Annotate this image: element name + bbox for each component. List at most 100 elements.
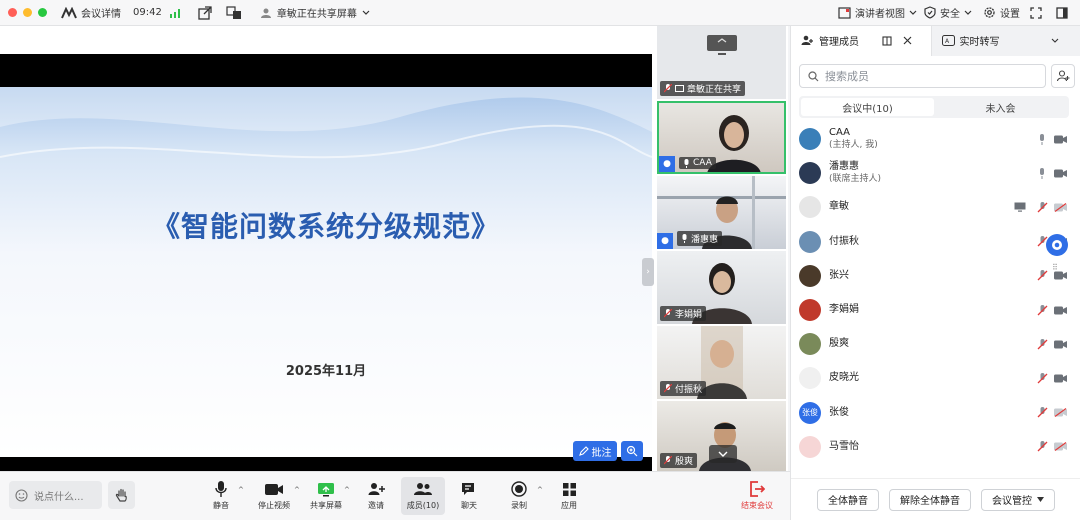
add-member-button[interactable] xyxy=(1051,64,1075,88)
translate-icon[interactable] xyxy=(226,5,242,20)
member-mic-toggle[interactable] xyxy=(1033,441,1051,452)
mute-button[interactable]: 静音 xyxy=(199,478,243,511)
tab-members[interactable]: 管理成员 xyxy=(791,25,931,56)
cohost-icon: ● xyxy=(657,233,673,249)
meeting-details-button[interactable]: 会议详情 xyxy=(61,5,121,20)
member-mic-toggle[interactable] xyxy=(1033,167,1051,179)
scroll-down-button[interactable] xyxy=(709,445,737,463)
zoom-button[interactable] xyxy=(621,441,643,461)
speaker-view-button[interactable]: 演讲者视图 xyxy=(838,5,917,20)
member-row[interactable]: 李娟娟 xyxy=(799,295,1069,325)
video-tile-li[interactable]: 李娟娟 xyxy=(657,251,786,324)
drag-handle-icon[interactable]: ⠿ xyxy=(1052,263,1059,272)
member-camera-toggle[interactable] xyxy=(1051,442,1069,452)
settings-button[interactable]: 设置 xyxy=(983,5,1020,20)
chat-input[interactable]: 说点什么... xyxy=(9,481,102,509)
invite-button[interactable]: 邀请 xyxy=(354,478,398,511)
member-row[interactable]: CAA (主持人, 我) xyxy=(799,124,1069,154)
screen-share-icon xyxy=(675,85,684,92)
share-screen-button[interactable]: 共享屏幕 xyxy=(304,478,348,511)
slide-wave-decoration xyxy=(0,87,652,159)
member-mic-toggle[interactable] xyxy=(1033,372,1051,384)
member-mic-toggle[interactable] xyxy=(1033,338,1051,350)
member-search-input[interactable]: 搜索成员 xyxy=(799,64,1046,88)
popout-icon[interactable] xyxy=(882,35,892,46)
mic-muted-icon xyxy=(1037,372,1047,384)
close-icon[interactable] xyxy=(903,36,912,45)
avatar xyxy=(799,264,821,287)
member-name-block: 马雪怡 xyxy=(829,441,1033,453)
video-tile-pan[interactable]: ● 潘惠惠 xyxy=(657,176,786,249)
member-name: 殷爽 xyxy=(829,338,849,350)
close-window-button[interactable] xyxy=(8,8,17,17)
sidebar-toggle-icon[interactable] xyxy=(1056,7,1068,19)
member-camera-toggle[interactable] xyxy=(1051,202,1069,212)
member-mic-toggle[interactable] xyxy=(1033,270,1051,281)
member-mic-toggle[interactable] xyxy=(1033,133,1051,145)
member-row[interactable]: 殷爽 xyxy=(799,329,1069,359)
end-meeting-button[interactable]: 结束会议 xyxy=(735,478,779,511)
member-row[interactable]: 皮晓光 xyxy=(799,363,1069,393)
mic-icon xyxy=(1040,133,1044,145)
video-tile-caa[interactable]: ● CAA xyxy=(657,101,786,174)
mic-muted-icon xyxy=(1037,338,1047,350)
fullscreen-icon[interactable] xyxy=(1030,7,1042,19)
video-label: 付振秋 xyxy=(660,381,707,396)
member-row[interactable]: 张兴 xyxy=(799,261,1069,291)
video-tile-yin[interactable]: 殷爽 xyxy=(657,401,786,471)
member-camera-toggle[interactable] xyxy=(1051,374,1069,383)
chevron-down-icon[interactable] xyxy=(1051,38,1059,44)
member-name-block: 李娟娟 xyxy=(829,304,1033,316)
member-camera-toggle[interactable] xyxy=(1051,408,1069,418)
video-options-caret[interactable]: ^ xyxy=(294,486,300,494)
sharing-status[interactable]: 章敏正在共享屏幕 xyxy=(260,5,370,20)
mic-muted-icon xyxy=(664,384,672,393)
tab-in-meeting[interactable]: 会议中(10) xyxy=(801,98,934,116)
floating-assistant-button[interactable] xyxy=(1046,234,1068,256)
chat-placeholder: 说点什么... xyxy=(34,491,84,503)
tab-transcribe[interactable]: A 实时转写 xyxy=(930,25,1080,56)
mute-all-button[interactable]: 全体静音 xyxy=(817,488,879,511)
member-row[interactable]: 潘惠惠 (联席主持人) xyxy=(799,158,1069,188)
security-button[interactable]: 安全 xyxy=(924,5,972,20)
meeting-control-button[interactable]: 会议管控 xyxy=(981,488,1055,511)
shield-icon xyxy=(924,6,936,19)
chat-bubble-icon xyxy=(1052,240,1062,250)
share-options-caret[interactable]: ^ xyxy=(344,486,350,494)
annotate-button[interactable]: 批注 xyxy=(573,441,617,461)
member-camera-toggle[interactable] xyxy=(1051,135,1069,144)
record-button[interactable]: 录制 xyxy=(497,478,541,511)
popout-icon[interactable] xyxy=(198,5,212,20)
member-camera-toggle[interactable] xyxy=(1051,340,1069,349)
member-mic-toggle[interactable] xyxy=(1033,201,1051,213)
member-camera-toggle[interactable] xyxy=(1051,271,1069,280)
chat-button[interactable]: 聊天 xyxy=(447,478,491,511)
member-camera-toggle[interactable] xyxy=(1051,306,1069,315)
member-name: 马雪怡 xyxy=(829,440,859,452)
record-options-caret[interactable]: ^ xyxy=(537,486,543,494)
minimize-window-button[interactable] xyxy=(23,8,32,17)
collapse-video-button[interactable]: › xyxy=(642,258,654,286)
video-label-text: 李娟娟 xyxy=(675,310,703,320)
member-row[interactable]: 马雪怡 xyxy=(799,432,1069,462)
member-row[interactable]: 付振秋 xyxy=(799,227,1069,257)
member-row[interactable]: 章敏 xyxy=(799,192,1069,222)
mute-options-caret[interactable]: ^ xyxy=(238,486,244,494)
maximize-window-button[interactable] xyxy=(38,8,47,17)
apps-button[interactable]: 应用 xyxy=(547,478,591,511)
video-label-text: 章敏正在共享 xyxy=(687,85,742,95)
members-button[interactable]: 成员(10) xyxy=(401,477,445,515)
unmute-all-button[interactable]: 解除全体静音 xyxy=(889,488,971,511)
tab-not-joined[interactable]: 未入会 xyxy=(934,98,1067,116)
stop-video-button[interactable]: 停止视频 xyxy=(252,478,296,511)
video-tile-fu[interactable]: 付振秋 xyxy=(657,326,786,399)
share-screen-label: 共享屏幕 xyxy=(310,501,342,510)
monitor-icon xyxy=(707,35,737,55)
raise-hand-button[interactable] xyxy=(108,481,135,509)
video-tile-screen[interactable]: 章敏正在共享 xyxy=(657,26,786,99)
member-camera-toggle[interactable] xyxy=(1051,169,1069,178)
chevron-down-icon xyxy=(909,10,917,15)
member-mic-toggle[interactable] xyxy=(1033,304,1051,316)
member-row[interactable]: 张俊 张俊 xyxy=(799,398,1069,428)
member-mic-toggle[interactable] xyxy=(1033,407,1051,418)
